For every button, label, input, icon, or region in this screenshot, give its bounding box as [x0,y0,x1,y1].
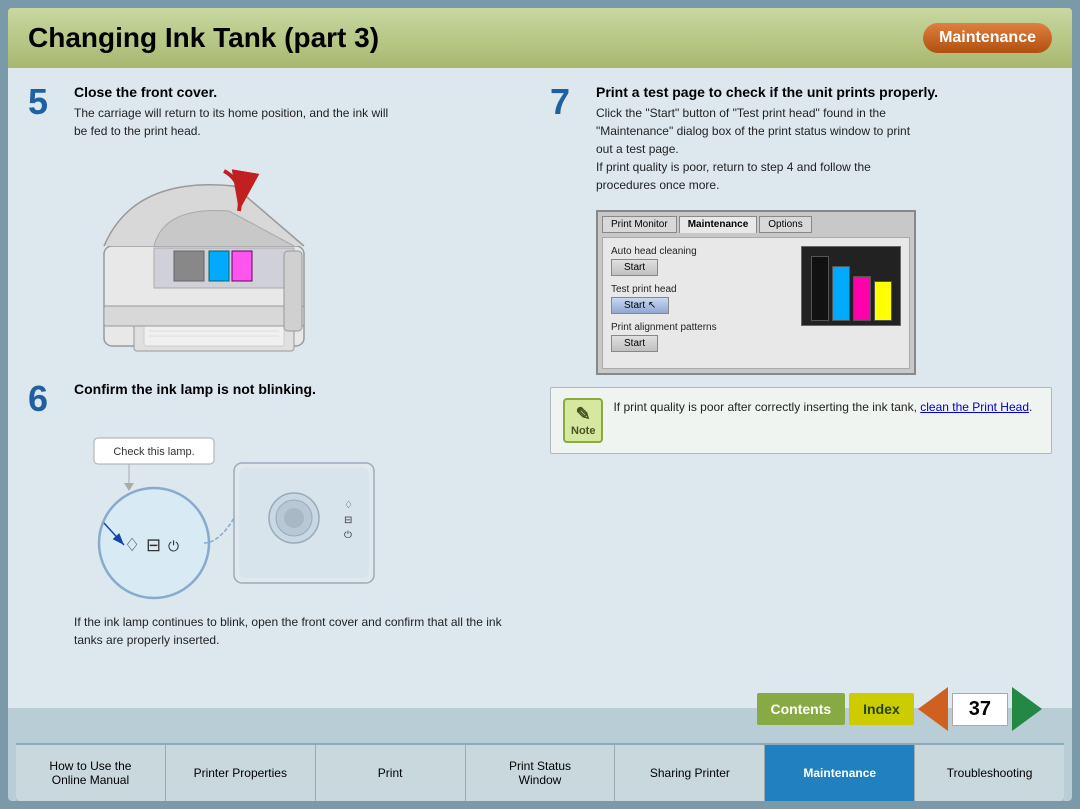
nav-item-print-status[interactable]: Print StatusWindow [466,745,616,801]
note-icon: ✎ Note [563,398,603,443]
contents-button[interactable]: Contents [757,693,846,725]
step-7-number: 7 [550,84,586,194]
header-badge: Maintenance [923,23,1052,53]
dialog-alignment-start-btn[interactable]: Start [611,335,658,352]
main-content: 5 Close the front cover. The carriage wi… [8,68,1072,708]
next-page-button[interactable] [1012,687,1042,731]
step-7-title: Print a test page to check if the unit p… [596,84,1052,100]
dialog-body: Auto head cleaning Start Test print head… [602,237,910,369]
nav-item-how-to-use[interactable]: How to Use theOnline Manual [16,745,166,801]
ink-cartridges [811,251,892,321]
step-6-number: 6 [28,381,64,417]
step-5-content: Close the front cover. The carriage will… [74,84,530,140]
dialog-tabs: Print Monitor Maintenance Options [602,216,910,233]
step-5-block: 5 Close the front cover. The carriage wi… [28,84,530,140]
lamp-svg: Check this lamp. ♢ ⊟ ⏻ [74,433,394,603]
dialog-test-print: Test print head Start ↖ [611,284,791,314]
prev-page-button[interactable] [918,687,948,731]
step-5-desc: The carriage will return to its home pos… [74,104,530,140]
step-7-block: 7 Print a test page to check if the unit… [550,84,1052,194]
dialog-alignment-label: Print alignment patterns [611,322,791,333]
dialog-test-print-start-btn[interactable]: Start ↖ [611,297,669,314]
page-number: 37 [952,693,1008,726]
nav-item-sharing-printer[interactable]: Sharing Printer [615,745,765,801]
dialog-tab-options[interactable]: Options [759,216,811,233]
step-6-blink-note: If the ink lamp continues to blink, open… [74,613,530,649]
svg-text:⏻: ⏻ [344,530,352,541]
nav-item-maintenance[interactable]: Maintenance [765,745,915,801]
svg-text:⊟: ⊟ [344,515,352,526]
nav-item-troubleshooting[interactable]: Troubleshooting [915,745,1064,801]
svg-text:⏻: ⏻ [168,538,179,554]
printer-svg [74,156,354,366]
dialog-right-panel [801,246,901,326]
svg-text:♢: ♢ [344,500,353,511]
dialog-auto-head: Auto head cleaning Start [611,246,791,276]
svg-text:⊟: ⊟ [146,535,161,555]
bottom-nav: How to Use theOnline Manual Printer Prop… [16,745,1064,801]
step-6-title: Confirm the ink lamp is not blinking. [74,381,530,397]
page-title: Changing Ink Tank (part 3) [28,22,379,54]
dialog-tab-maintenance[interactable]: Maintenance [679,216,758,233]
maintenance-dialog: Print Monitor Maintenance Options Auto h… [596,210,916,375]
svg-text:♢: ♢ [124,535,140,555]
nav-item-printer-properties[interactable]: Printer Properties [166,745,316,801]
printer-illustration-step5 [74,156,530,371]
note-text-before: If print quality is poor after correctly… [613,400,920,414]
outer-frame: Changing Ink Tank (part 3) Maintenance 5… [8,8,1072,801]
step-5-number: 5 [28,84,64,140]
dialog-auto-head-start-btn[interactable]: Start [611,259,658,276]
step-6-block: 6 Confirm the ink lamp is not blinking. [28,381,530,417]
note-link[interactable]: clean the Print Head [920,400,1029,414]
note-box: ✎ Note If print quality is poor after co… [550,387,1052,454]
right-column: 7 Print a test page to check if the unit… [550,84,1052,692]
step-6-content: Confirm the ink lamp is not blinking. [74,381,530,417]
dialog-alignment: Print alignment patterns Start [611,322,791,352]
header: Changing Ink Tank (part 3) Maintenance [8,8,1072,68]
svg-text:Check this lamp.: Check this lamp. [113,446,194,458]
dialog-left-panel: Auto head cleaning Start Test print head… [611,246,791,360]
ink-cart-black [811,256,829,321]
page-controls: Contents Index 37 [757,687,1043,731]
dialog-auto-head-label: Auto head cleaning [611,246,791,257]
dialog-tab-printmonitor[interactable]: Print Monitor [602,216,677,233]
dialog-test-print-label: Test print head [611,284,791,295]
note-text-after: . [1029,400,1032,414]
index-button[interactable]: Index [849,693,914,725]
left-column: 5 Close the front cover. The carriage wi… [28,84,530,692]
nav-item-print[interactable]: Print [316,745,466,801]
ink-cart-yellow [874,281,892,321]
ink-cart-cyan [832,266,850,321]
step-7-desc1: Click the "Start" button of "Test print … [596,104,1052,194]
step-5-title: Close the front cover. [74,84,530,100]
note-text: If print quality is poor after correctly… [613,398,1032,416]
step-7-content: Print a test page to check if the unit p… [596,84,1052,194]
lamp-illustration: Check this lamp. ♢ ⊟ ⏻ [74,433,374,603]
ink-cart-magenta [853,276,871,321]
